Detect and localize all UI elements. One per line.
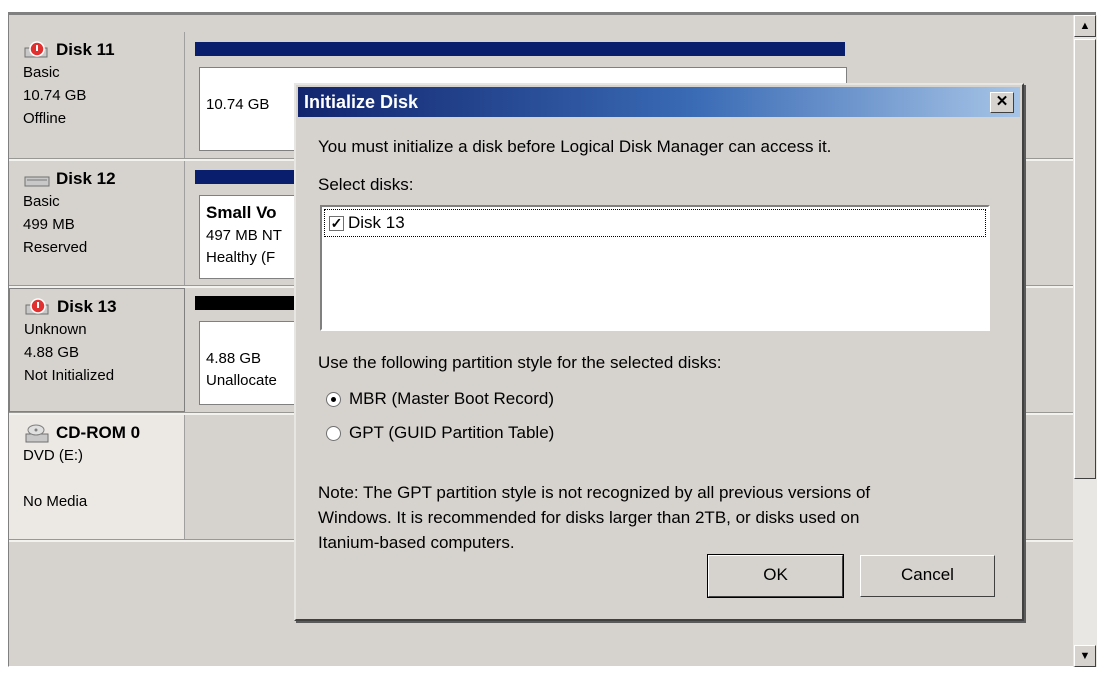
partition-bar — [195, 42, 845, 56]
disk-size: 4.88 GB — [24, 344, 80, 361]
disk-name: CD-ROM 0 — [56, 423, 141, 442]
disk-offline-icon — [25, 297, 49, 314]
volume-size: 4.88 GB — [206, 350, 262, 367]
disk-13-label[interactable]: Disk 13 Unknown 4.88 GB Not Initialized — [9, 288, 185, 412]
cdrom-0-label[interactable]: CD-ROM 0 DVD (E:) No Media — [9, 415, 185, 539]
unallocated-bar — [195, 296, 305, 310]
mbr-option[interactable]: MBR (Master Boot Record) — [326, 389, 554, 409]
disk-status: Reserved — [23, 239, 88, 256]
ok-button[interactable]: OK — [707, 554, 844, 598]
disk-status: Offline — [23, 110, 67, 127]
volume-box[interactable]: Small Vo 497 MB NT Healthy (F — [199, 195, 309, 279]
disk-offline-icon — [24, 40, 48, 57]
note-line: Itanium-based computers. — [318, 533, 515, 552]
list-item[interactable]: ✓ Disk 13 — [324, 209, 986, 237]
disk-name: Disk 13 — [57, 297, 117, 316]
disk-11-label[interactable]: Disk 11 Basic 10.74 GB Offline — [9, 32, 185, 158]
volume-box[interactable]: 4.88 GB Unallocate — [199, 321, 309, 405]
disk-icon — [24, 176, 50, 186]
volume-name: Small Vo — [206, 203, 277, 222]
disk-type: Basic — [23, 193, 60, 210]
disk-size: 499 MB — [23, 216, 75, 233]
disk-status: No Media — [23, 493, 88, 510]
gpt-option[interactable]: GPT (GUID Partition Table) — [326, 423, 554, 443]
mbr-radio[interactable] — [326, 391, 341, 407]
note-line: Note: The GPT partition style is not rec… — [318, 483, 871, 502]
select-disks-label: Select disks: — [318, 175, 414, 194]
disk-name: Disk 11 — [56, 40, 115, 59]
gpt-note: Note: The GPT partition style is not rec… — [318, 480, 870, 555]
volume-health: Healthy (F — [206, 249, 276, 266]
disk-13-checkbox[interactable]: ✓ — [329, 215, 344, 231]
partition-bar — [195, 170, 305, 184]
disk-status: Not Initialized — [24, 367, 115, 384]
disk-type: Unknown — [24, 321, 87, 338]
disk-size: 10.74 GB — [23, 87, 87, 104]
disk-list[interactable]: ✓ Disk 13 — [320, 205, 990, 331]
vertical-scrollbar[interactable]: ▲ ▼ — [1073, 15, 1097, 667]
dialog-title-bar[interactable]: Initialize Disk ✕ — [298, 87, 1020, 117]
scroll-up-button[interactable]: ▲ — [1074, 15, 1096, 37]
gpt-label: GPT (GUID Partition Table) — [349, 423, 555, 442]
dialog-message: You must initialize a disk before Logica… — [318, 137, 832, 156]
note-line: Windows. It is recommended for disks lar… — [318, 508, 860, 527]
cancel-button[interactable]: Cancel — [860, 555, 995, 597]
scrollbar-thumb[interactable] — [1074, 39, 1096, 479]
gpt-radio[interactable] — [326, 425, 341, 441]
volume-detail: 497 MB NT — [206, 227, 282, 244]
disk-12-label[interactable]: Disk 12 Basic 499 MB Reserved — [9, 161, 185, 285]
dialog-title: Initialize Disk — [304, 92, 419, 112]
scroll-down-button[interactable]: ▼ — [1074, 645, 1096, 667]
cdrom-icon — [25, 424, 49, 442]
volume-status: Unallocate — [206, 372, 277, 389]
disk-type: Basic — [23, 64, 60, 81]
disk-type: DVD (E:) — [23, 447, 83, 464]
list-item-label: Disk 13 — [348, 213, 405, 232]
disk-name: Disk 12 — [56, 169, 116, 188]
partition-style-label: Use the following partition style for th… — [318, 353, 722, 372]
mbr-label: MBR (Master Boot Record) — [349, 389, 554, 408]
initialize-disk-dialog: Initialize Disk ✕ You must initialize a … — [294, 83, 1024, 621]
close-button[interactable]: ✕ — [990, 92, 1014, 113]
